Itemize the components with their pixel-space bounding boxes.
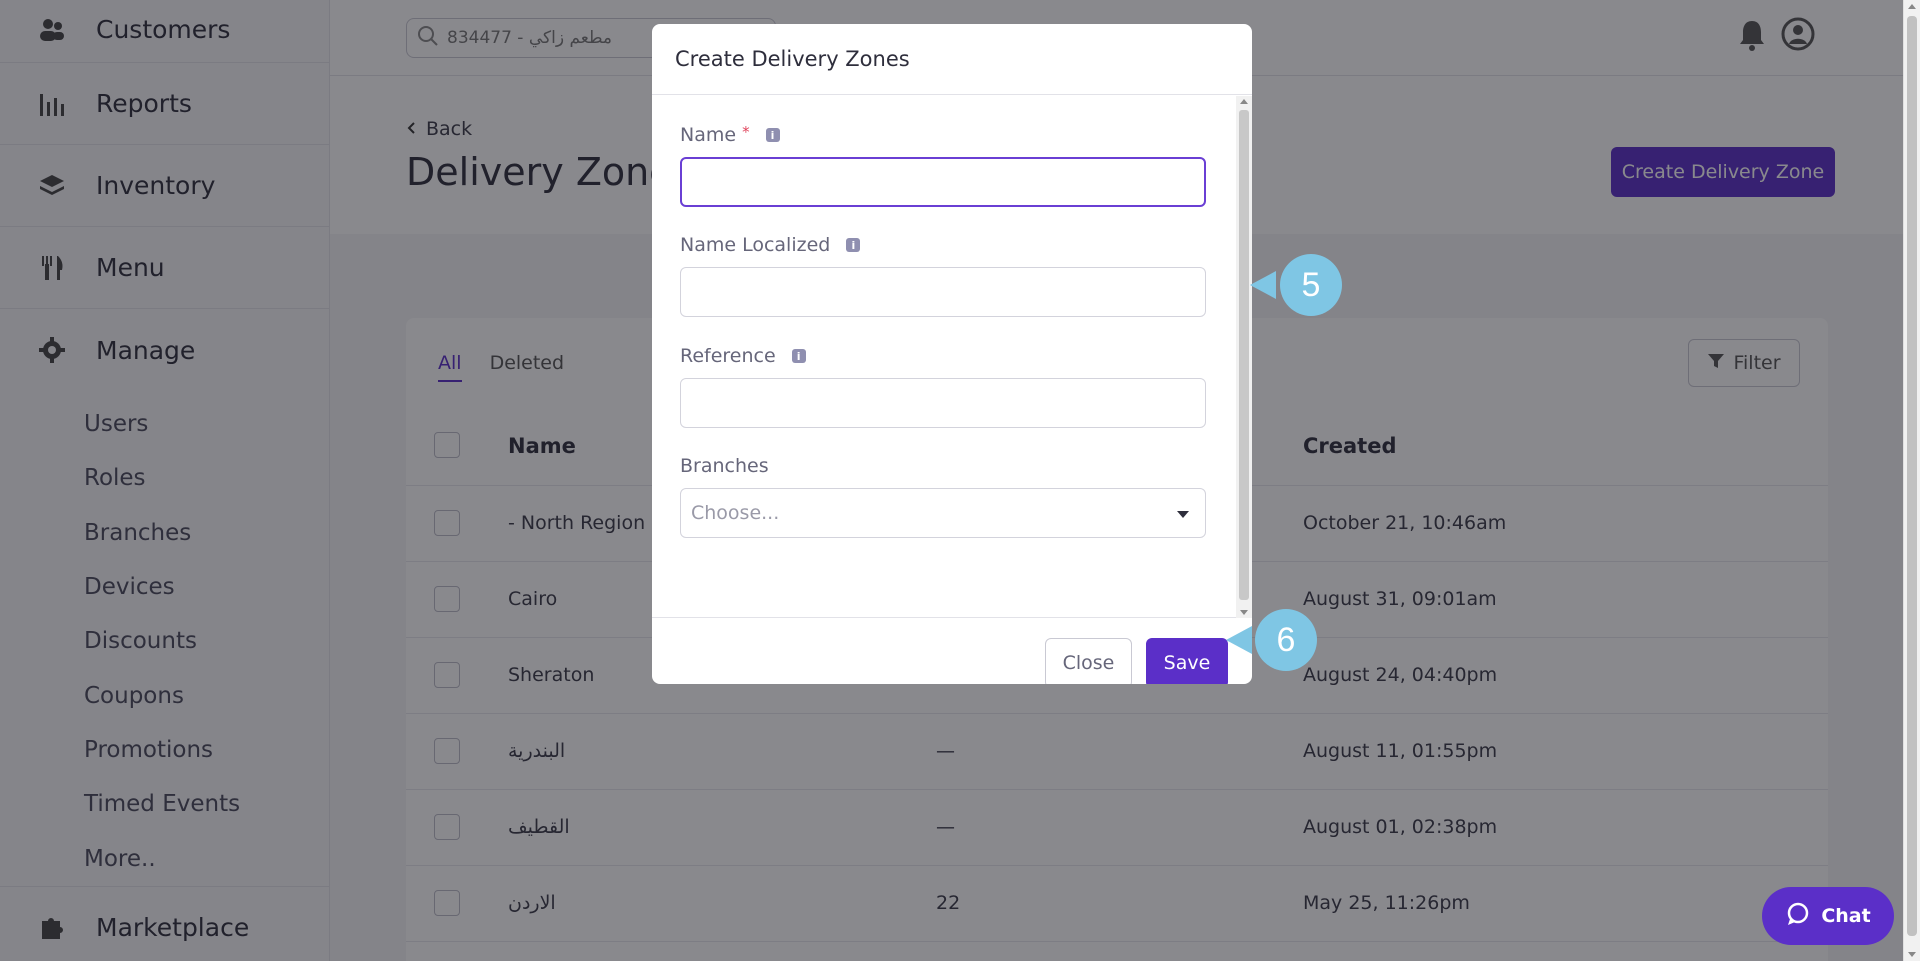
scrollbar-thumb[interactable] bbox=[1907, 16, 1917, 936]
reference-label-text: Reference bbox=[680, 345, 776, 367]
branches-placeholder: Choose... bbox=[691, 502, 780, 524]
info-icon[interactable]: i bbox=[765, 128, 780, 142]
callout-step-5: 5 bbox=[1280, 254, 1342, 316]
name-localized-label-text: Name Localized bbox=[680, 234, 831, 256]
chat-button[interactable]: Chat bbox=[1762, 887, 1894, 945]
create-delivery-zone-modal: Create Delivery Zones Name * i Name Loca… bbox=[652, 24, 1252, 684]
caret-down-icon bbox=[1177, 511, 1189, 518]
modal-scrollbar-thumb[interactable] bbox=[1239, 110, 1249, 600]
page-scrollbar[interactable] bbox=[1903, 0, 1920, 961]
scroll-up-arrow[interactable] bbox=[1908, 4, 1916, 9]
modal-footer: Close Save bbox=[652, 619, 1252, 684]
name-label: Name * i bbox=[680, 123, 780, 146]
chat-label: Chat bbox=[1821, 905, 1871, 927]
required-marker: * bbox=[742, 123, 750, 141]
reference-field[interactable] bbox=[680, 378, 1206, 428]
name-field[interactable] bbox=[680, 157, 1206, 207]
name-localized-field[interactable] bbox=[680, 267, 1206, 317]
callout-step-6: 6 bbox=[1255, 609, 1317, 671]
modal-scrollbar[interactable] bbox=[1236, 96, 1252, 618]
branches-select[interactable]: Choose... bbox=[680, 488, 1206, 538]
modal-body: Name * i Name Localized i Reference i Br… bbox=[652, 96, 1252, 618]
branches-label-text: Branches bbox=[680, 455, 769, 477]
callout-6-pointer bbox=[1226, 626, 1252, 654]
info-icon[interactable]: i bbox=[791, 349, 806, 363]
reference-label: Reference i bbox=[680, 345, 806, 367]
modal-scroll-down-arrow[interactable] bbox=[1240, 610, 1248, 615]
save-button[interactable]: Save bbox=[1146, 638, 1228, 684]
info-icon[interactable]: i bbox=[846, 238, 861, 252]
branches-label: Branches bbox=[680, 455, 769, 477]
modal-scroll-up-arrow[interactable] bbox=[1240, 99, 1248, 104]
name-label-text: Name bbox=[680, 124, 737, 146]
modal-title: Create Delivery Zones bbox=[652, 24, 1252, 95]
scroll-down-arrow[interactable] bbox=[1908, 952, 1916, 957]
chat-bubble-icon bbox=[1785, 901, 1811, 932]
callout-5-pointer bbox=[1250, 271, 1276, 299]
name-localized-label: Name Localized i bbox=[680, 234, 861, 256]
close-button[interactable]: Close bbox=[1045, 638, 1132, 684]
